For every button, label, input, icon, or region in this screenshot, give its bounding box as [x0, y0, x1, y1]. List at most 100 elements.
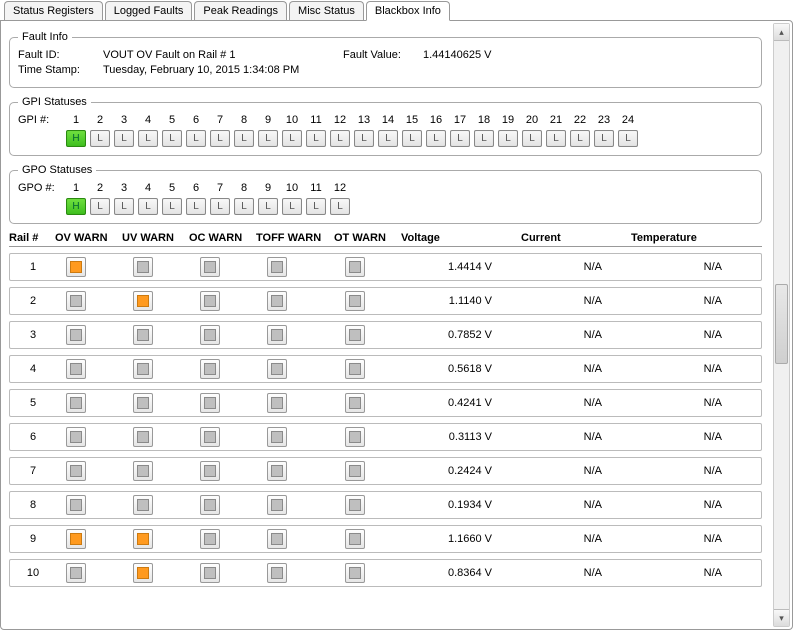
gpi-status-box[interactable]: L — [114, 130, 134, 147]
warn-indicator[interactable] — [66, 427, 86, 447]
tab-misc-status[interactable]: Misc Status — [289, 1, 364, 21]
warn-indicator[interactable] — [133, 427, 153, 447]
warn-indicator[interactable] — [200, 359, 220, 379]
warn-indicator[interactable] — [200, 427, 220, 447]
warn-indicator[interactable] — [267, 529, 287, 549]
gpi-status-box[interactable]: L — [234, 130, 254, 147]
warn-indicator[interactable] — [200, 495, 220, 515]
warn-indicator[interactable] — [133, 393, 153, 413]
gpo-status-box[interactable]: L — [330, 198, 350, 215]
table-row[interactable]: 40.5618 VN/AN/A — [9, 355, 762, 383]
warn-indicator[interactable] — [133, 359, 153, 379]
gpi-status-box[interactable]: L — [618, 130, 638, 147]
table-row[interactable]: 30.7852 VN/AN/A — [9, 321, 762, 349]
warn-indicator[interactable] — [267, 393, 287, 413]
gpo-status-box[interactable]: L — [210, 198, 230, 215]
warn-indicator[interactable] — [345, 495, 365, 515]
gpo-status-box[interactable]: L — [162, 198, 182, 215]
gpi-status-box[interactable]: L — [162, 130, 182, 147]
warn-indicator[interactable] — [133, 529, 153, 549]
warn-indicator[interactable] — [267, 461, 287, 481]
gpo-status-box[interactable]: L — [258, 198, 278, 215]
scroll-down-button[interactable]: ▾ — [774, 609, 789, 626]
warn-indicator[interactable] — [345, 563, 365, 583]
gpo-status-box[interactable]: L — [306, 198, 326, 215]
gpi-status-box[interactable]: L — [450, 130, 470, 147]
table-row[interactable]: 50.4241 VN/AN/A — [9, 389, 762, 417]
vertical-scrollbar[interactable]: ▴ ▾ — [773, 23, 790, 627]
warn-indicator[interactable] — [133, 563, 153, 583]
warn-indicator[interactable] — [133, 495, 153, 515]
warn-indicator[interactable] — [200, 291, 220, 311]
gpi-status-box[interactable]: L — [354, 130, 374, 147]
warn-indicator[interactable] — [267, 427, 287, 447]
gpi-status-box[interactable]: L — [594, 130, 614, 147]
warn-indicator[interactable] — [267, 495, 287, 515]
gpo-status-box[interactable]: L — [114, 198, 134, 215]
table-row[interactable]: 80.1934 VN/AN/A — [9, 491, 762, 519]
gpo-status-box[interactable]: L — [282, 198, 302, 215]
warn-indicator[interactable] — [66, 495, 86, 515]
gpi-status-box[interactable]: L — [498, 130, 518, 147]
table-row[interactable]: 91.1660 VN/AN/A — [9, 525, 762, 553]
scroll-thumb[interactable] — [775, 284, 788, 364]
table-row[interactable]: 70.2424 VN/AN/A — [9, 457, 762, 485]
warn-indicator[interactable] — [345, 427, 365, 447]
table-row[interactable]: 60.3113 VN/AN/A — [9, 423, 762, 451]
warn-indicator[interactable] — [66, 257, 86, 277]
warn-indicator[interactable] — [345, 325, 365, 345]
table-row[interactable]: 11.4414 VN/AN/A — [9, 253, 762, 281]
gpi-status-box[interactable]: L — [282, 130, 302, 147]
warn-indicator[interactable] — [345, 393, 365, 413]
gpi-status-box[interactable]: L — [474, 130, 494, 147]
warn-indicator[interactable] — [267, 257, 287, 277]
warn-indicator[interactable] — [267, 325, 287, 345]
warn-indicator[interactable] — [133, 291, 153, 311]
warn-indicator[interactable] — [345, 359, 365, 379]
warn-indicator[interactable] — [200, 461, 220, 481]
gpo-status-box[interactable]: H — [66, 198, 86, 215]
warn-indicator[interactable] — [66, 529, 86, 549]
gpo-status-box[interactable]: L — [138, 198, 158, 215]
warn-indicator[interactable] — [345, 257, 365, 277]
warn-indicator[interactable] — [200, 393, 220, 413]
warn-indicator[interactable] — [267, 291, 287, 311]
tab-status-registers[interactable]: Status Registers — [4, 1, 103, 21]
warn-indicator[interactable] — [133, 257, 153, 277]
gpi-status-box[interactable]: L — [210, 130, 230, 147]
gpi-status-box[interactable]: L — [546, 130, 566, 147]
gpi-status-box[interactable]: L — [330, 130, 350, 147]
warn-indicator[interactable] — [66, 291, 86, 311]
warn-indicator[interactable] — [267, 563, 287, 583]
gpi-status-box[interactable]: L — [306, 130, 326, 147]
scroll-up-button[interactable]: ▴ — [774, 24, 789, 41]
gpi-status-box[interactable]: L — [186, 130, 206, 147]
tab-peak-readings[interactable]: Peak Readings — [194, 1, 287, 21]
warn-indicator[interactable] — [133, 325, 153, 345]
warn-indicator[interactable] — [345, 291, 365, 311]
gpi-status-box[interactable]: L — [426, 130, 446, 147]
warn-indicator[interactable] — [66, 563, 86, 583]
gpo-status-box[interactable]: L — [90, 198, 110, 215]
gpi-status-box[interactable]: H — [66, 130, 86, 147]
gpi-status-box[interactable]: L — [378, 130, 398, 147]
gpi-status-box[interactable]: L — [138, 130, 158, 147]
warn-indicator[interactable] — [133, 461, 153, 481]
warn-indicator[interactable] — [200, 257, 220, 277]
warn-indicator[interactable] — [200, 563, 220, 583]
warn-indicator[interactable] — [66, 359, 86, 379]
warn-indicator[interactable] — [66, 393, 86, 413]
gpi-status-box[interactable]: L — [90, 130, 110, 147]
table-row[interactable]: 21.1140 VN/AN/A — [9, 287, 762, 315]
gpi-status-box[interactable]: L — [258, 130, 278, 147]
warn-indicator[interactable] — [267, 359, 287, 379]
warn-indicator[interactable] — [66, 325, 86, 345]
warn-indicator[interactable] — [200, 325, 220, 345]
warn-indicator[interactable] — [200, 529, 220, 549]
tab-blackbox-info[interactable]: Blackbox Info — [366, 1, 450, 21]
table-row[interactable]: 100.8364 VN/AN/A — [9, 559, 762, 587]
gpo-status-box[interactable]: L — [186, 198, 206, 215]
gpi-status-box[interactable]: L — [402, 130, 422, 147]
gpi-status-box[interactable]: L — [522, 130, 542, 147]
tab-logged-faults[interactable]: Logged Faults — [105, 1, 193, 21]
